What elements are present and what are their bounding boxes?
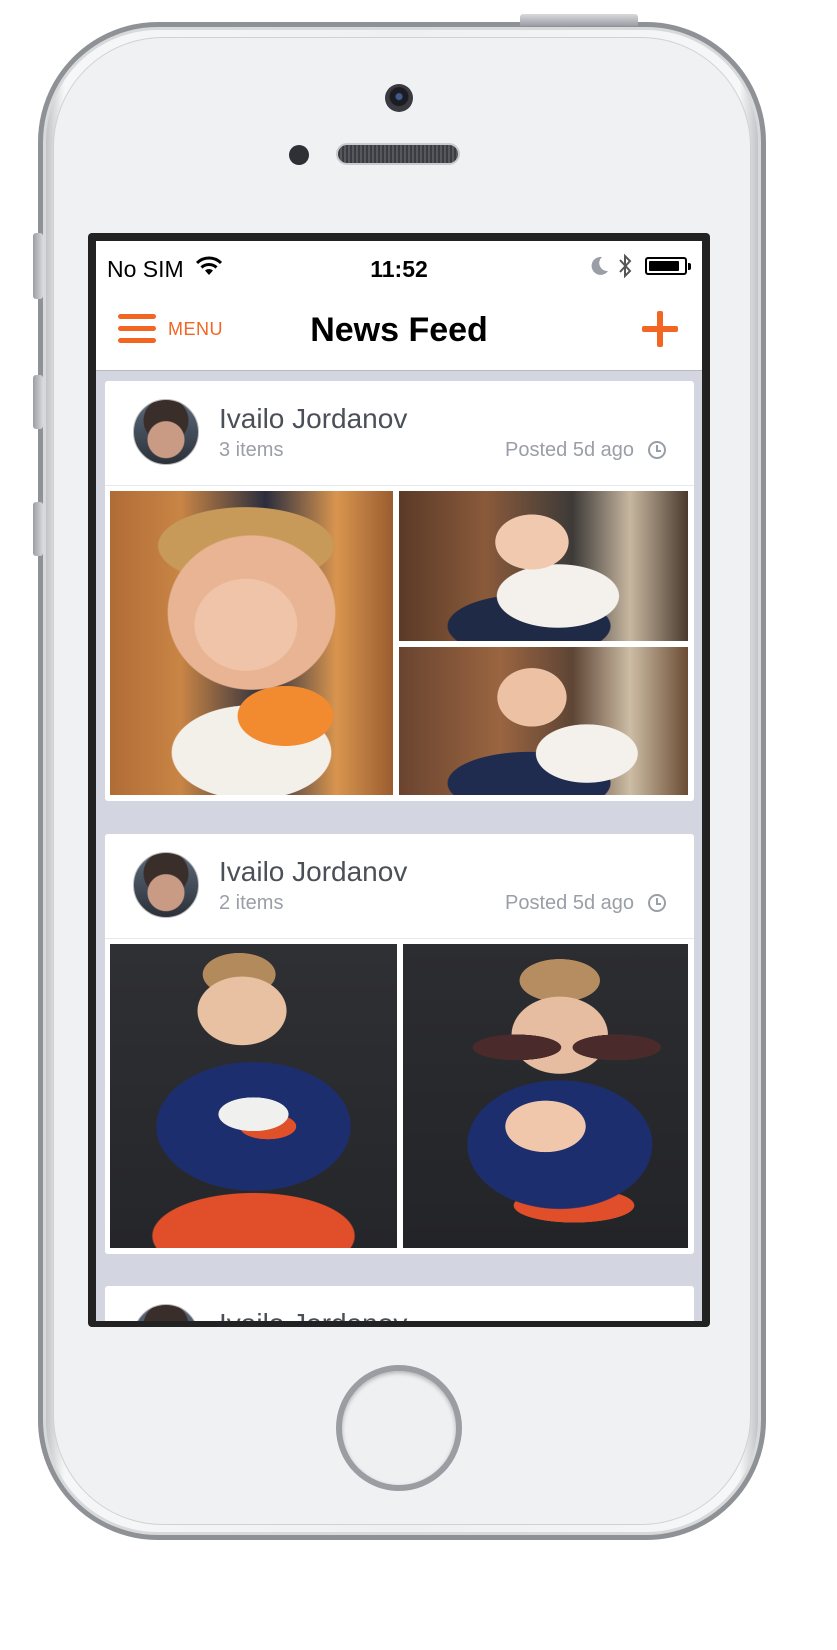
post-photo[interactable] xyxy=(110,944,397,1248)
posted-time: Posted 5d ago xyxy=(505,439,634,461)
bluetooth-icon xyxy=(619,253,632,279)
post-header: Ivailo Jordanov 3 items Posted 5d ago xyxy=(105,381,694,486)
battery-icon xyxy=(645,257,691,275)
home-button[interactable] xyxy=(336,1365,462,1491)
author-name[interactable]: Ivailo Jordanov xyxy=(219,856,407,888)
post-photo[interactable] xyxy=(399,647,688,795)
status-time: 11:52 xyxy=(370,256,428,282)
post-header: Ivailo Jordanov 2 items Posted 5d ago xyxy=(105,834,694,939)
screen: No SIM 11:52 MENU News Feed Ivailo Jorda… xyxy=(88,233,710,1327)
clock-icon xyxy=(648,441,666,459)
author-name[interactable]: Ivailo Jordanov xyxy=(219,1308,407,1321)
volume-up-button xyxy=(33,375,43,429)
feed-post: Ivailo Jordanov 3 items Posted 5d ago xyxy=(105,381,694,801)
feed-post: Ivailo Jordanov 2 items Posted 5d ago xyxy=(105,834,694,1254)
author-name[interactable]: Ivailo Jordanov xyxy=(219,403,407,435)
avatar[interactable] xyxy=(133,852,199,918)
post-photo[interactable] xyxy=(110,491,393,795)
avatar[interactable] xyxy=(133,399,199,465)
app-display: No SIM 11:52 MENU News Feed Ivailo Jorda… xyxy=(96,241,702,1321)
volume-down-button xyxy=(33,502,43,556)
posted-time: Posted 5d ago xyxy=(505,892,634,914)
navigation-bar: MENU News Feed xyxy=(96,289,702,371)
power-button xyxy=(520,14,638,26)
post-photo[interactable] xyxy=(399,491,688,641)
item-count: 2 items xyxy=(219,892,284,914)
clock-icon xyxy=(648,894,666,912)
avatar[interactable] xyxy=(133,1304,199,1321)
proximity-sensor xyxy=(289,145,309,165)
earpiece-speaker xyxy=(336,143,460,165)
front-camera xyxy=(385,84,413,112)
feed-post: Ivailo Jordanov xyxy=(105,1286,694,1321)
moon-icon xyxy=(591,256,608,275)
item-count: 3 items xyxy=(219,439,284,461)
mute-switch xyxy=(33,233,43,299)
add-post-button[interactable] xyxy=(640,309,680,349)
status-bar: No SIM 11:52 xyxy=(96,241,702,289)
post-photo[interactable] xyxy=(403,944,688,1248)
page-title: News Feed xyxy=(310,311,488,349)
post-header: Ivailo Jordanov xyxy=(105,1286,694,1321)
